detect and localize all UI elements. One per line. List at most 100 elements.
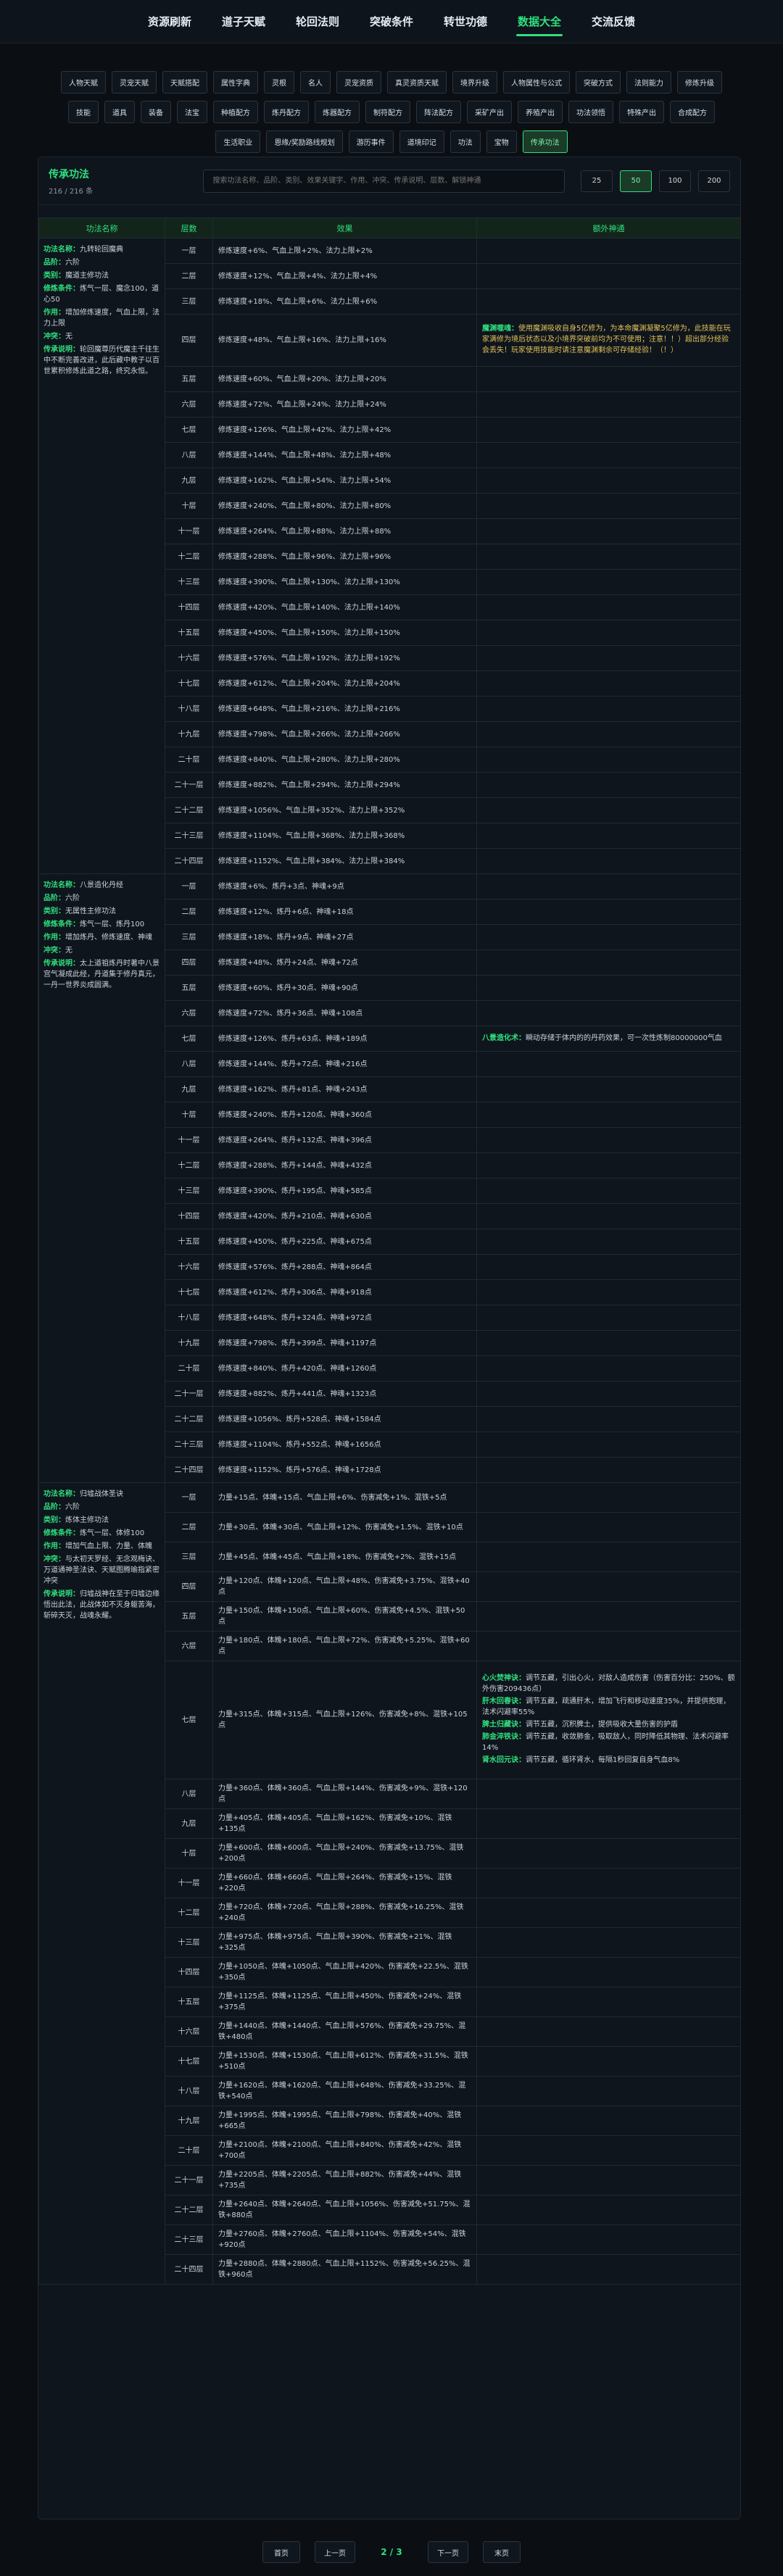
nav-item-3[interactable]: 突破条件 [368, 8, 415, 35]
category-tab-28[interactable]: 恩缘/奖励路线规划 [266, 130, 343, 153]
layer-cell: 二十三层 [165, 823, 213, 849]
next-page-button[interactable]: 下一页 [428, 2541, 468, 2563]
effect-cell: 力量+975点、体魄+975点、气血上限+390%、伤害减免+21%、混铁+32… [212, 1927, 477, 1958]
info-value: 六阶 [65, 259, 80, 267]
effect-cell: 力量+120点、体魄+120点、气血上限+48%、伤害减免+3.75%、混铁+4… [212, 1571, 477, 1602]
category-tab-4[interactable]: 灵根 [264, 71, 294, 94]
category-tab-24[interactable]: 功法领悟 [568, 101, 613, 123]
category-tab-22[interactable]: 采矿产出 [467, 101, 512, 123]
layer-cell: 十层 [165, 1102, 213, 1128]
bonus-cell [476, 366, 741, 392]
bonus-cell [476, 899, 741, 925]
page-size-100[interactable]: 100 [659, 170, 691, 192]
category-tab-14[interactable]: 道具 [104, 101, 135, 123]
category-tab-31[interactable]: 功法 [450, 130, 481, 153]
bonus-cell [476, 263, 741, 289]
info-label: 修炼条件： [44, 921, 80, 928]
effect-cell: 力量+180点、体魄+180点、气血上限+72%、伤害减免+5.25%、混铁+6… [212, 1631, 477, 1661]
bonus-cell [476, 1432, 741, 1458]
page-size-200[interactable]: 200 [698, 170, 730, 192]
page-size-25[interactable]: 25 [581, 170, 613, 192]
category-tab-8[interactable]: 境界升级 [452, 71, 497, 94]
nav-item-6[interactable]: 交流反馈 [590, 8, 637, 35]
data-table: 功法名称 层数 效果 额外神通 功法名称：九转轮回魔典 品阶：六阶 类别：魔道主修功… [38, 217, 741, 2285]
info-value: 魔道主修功法 [65, 272, 109, 280]
layer-cell: 二层 [165, 1512, 213, 1542]
page-size-50[interactable]: 50 [620, 170, 652, 192]
effect-cell: 力量+1050点、体魄+1050点、气血上限+420%、伤害减免+22.5%、混… [212, 1957, 477, 1987]
bonus-cell [476, 2135, 741, 2166]
layer-cell: 二十一层 [165, 772, 213, 798]
search-input[interactable] [203, 169, 565, 193]
bonus-desc: 使用魔渊吸收自身5亿修为，为本命魔渊凝聚5亿修为，此技能在玩家满修为境后状态以及… [482, 325, 731, 354]
category-tab-12[interactable]: 修炼升级 [677, 71, 722, 94]
category-tab-19[interactable]: 炼器配方 [315, 101, 360, 123]
bonus-cell [476, 620, 741, 646]
category-tab-21[interactable]: 阵法配方 [416, 101, 461, 123]
bonus-cell [476, 1512, 741, 1542]
effect-cell: 修炼速度+1104%、炼丹+552点、神魂+1656点 [212, 1432, 477, 1458]
info-line: 修炼条件：炼气一层、炼丹100 [44, 919, 160, 930]
category-tab-13[interactable]: 技能 [68, 101, 99, 123]
layer-cell: 一层 [165, 238, 213, 264]
nav-item-5[interactable]: 数据大全 [516, 8, 563, 36]
category-tab-17[interactable]: 种植配方 [213, 101, 258, 123]
info-label: 品阶： [44, 1503, 65, 1511]
prev-page-button[interactable]: 上一页 [315, 2541, 355, 2563]
nav-item-4[interactable]: 转世功德 [442, 8, 489, 35]
category-tab-10[interactable]: 突破方式 [576, 71, 621, 94]
category-tab-25[interactable]: 特殊产出 [619, 101, 664, 123]
layer-cell: 二十层 [165, 2135, 213, 2166]
info-line: 类别：炼体主修功法 [44, 1515, 160, 1526]
bonus-cell [476, 1305, 741, 1331]
page: 资源刷新 道子天赋 轮回法则 突破条件 转世功德 数据大全 交流反馈 人物天赋 灵宠天赋 天赋搭… [0, 0, 783, 2576]
layer-cell: 二十三层 [165, 1432, 213, 1458]
info-value: 无 [65, 333, 72, 341]
first-page-button[interactable]: 首页 [262, 2541, 300, 2563]
category-tab-18[interactable]: 炼丹配方 [264, 101, 309, 123]
bonus-cell [476, 873, 741, 899]
info-line: 功法名称：八景造化丹经 [44, 880, 160, 891]
bonus-cell [476, 391, 741, 417]
info-line: 功法名称：归墟战体圣诀 [44, 1489, 160, 1500]
layer-cell: 二十二层 [165, 797, 213, 823]
nav-item-0[interactable]: 资源刷新 [146, 8, 193, 35]
category-tab-5[interactable]: 名人 [300, 71, 331, 94]
layer-cell: 六层 [165, 1000, 213, 1026]
category-tab-26[interactable]: 合成配方 [670, 101, 715, 123]
nav-item-1[interactable]: 道子天赋 [220, 8, 267, 35]
category-tab-16[interactable]: 法宝 [177, 101, 207, 123]
category-tab-23[interactable]: 养殖产出 [518, 101, 563, 123]
category-tab-32[interactable]: 宝物 [486, 130, 517, 153]
category-tab-27[interactable]: 生活职业 [215, 130, 261, 153]
layer-cell: 十六层 [165, 2016, 213, 2047]
layer-cell: 十三层 [165, 1927, 213, 1958]
category-tab-11[interactable]: 法则能力 [626, 71, 671, 94]
info-label: 功法名称： [44, 881, 80, 889]
category-tab-7[interactable]: 真灵资质天赋 [387, 71, 447, 94]
bonus-cell: 魔渊噬魂：使用魔渊吸收自身5亿修为，为本命魔渊凝聚5亿修为，此技能在玩家满修为境… [476, 314, 741, 367]
info-label: 功法名称： [44, 1490, 80, 1498]
category-tab-6[interactable]: 灵宠资质 [336, 71, 381, 94]
category-tab-33[interactable]: 传承功法 [522, 130, 568, 153]
category-tab-29[interactable]: 游历事件 [348, 130, 394, 153]
category-tab-9[interactable]: 人物属性与公式 [503, 71, 570, 94]
effect-cell: 修炼速度+162%、炼丹+81点、神魂+243点 [212, 1076, 477, 1102]
last-page-button[interactable]: 末页 [483, 2541, 521, 2563]
technique-info-cell: 功法名称：九转轮回魔典 品阶：六阶 类别：魔道主修功法 修炼条件：炼气一层、魔念100… [38, 238, 165, 874]
category-tab-2[interactable]: 天赋搭配 [162, 71, 207, 94]
layer-cell: 三层 [165, 1542, 213, 1572]
category-tab-20[interactable]: 制符配方 [365, 101, 410, 123]
category-tab-15[interactable]: 装备 [141, 101, 171, 123]
effect-cell: 力量+30点、体魄+30点、气血上限+12%、伤害减免+1.5%、混铁+10点 [212, 1512, 477, 1542]
layer-cell: 十三层 [165, 1178, 213, 1204]
category-tab-30[interactable]: 道境印记 [399, 130, 444, 153]
category-tab-0[interactable]: 人物天赋 [61, 71, 106, 94]
layer-cell: 十七层 [165, 670, 213, 697]
bonus-line: 八景造化术：瞬动存储于体内的的丹药效果，可一次性炼制80000000气血 [482, 1033, 735, 1044]
effect-cell: 力量+600点、体魄+600点、气血上限+240%、伤害减免+13.75%、混铁… [212, 1838, 477, 1869]
category-tab-3[interactable]: 属性字典 [213, 71, 258, 94]
nav-item-2[interactable]: 轮回法则 [294, 8, 341, 35]
category-tab-1[interactable]: 灵宠天赋 [112, 71, 157, 94]
effect-cell: 修炼速度+648%、炼丹+324点、神魂+972点 [212, 1305, 477, 1331]
